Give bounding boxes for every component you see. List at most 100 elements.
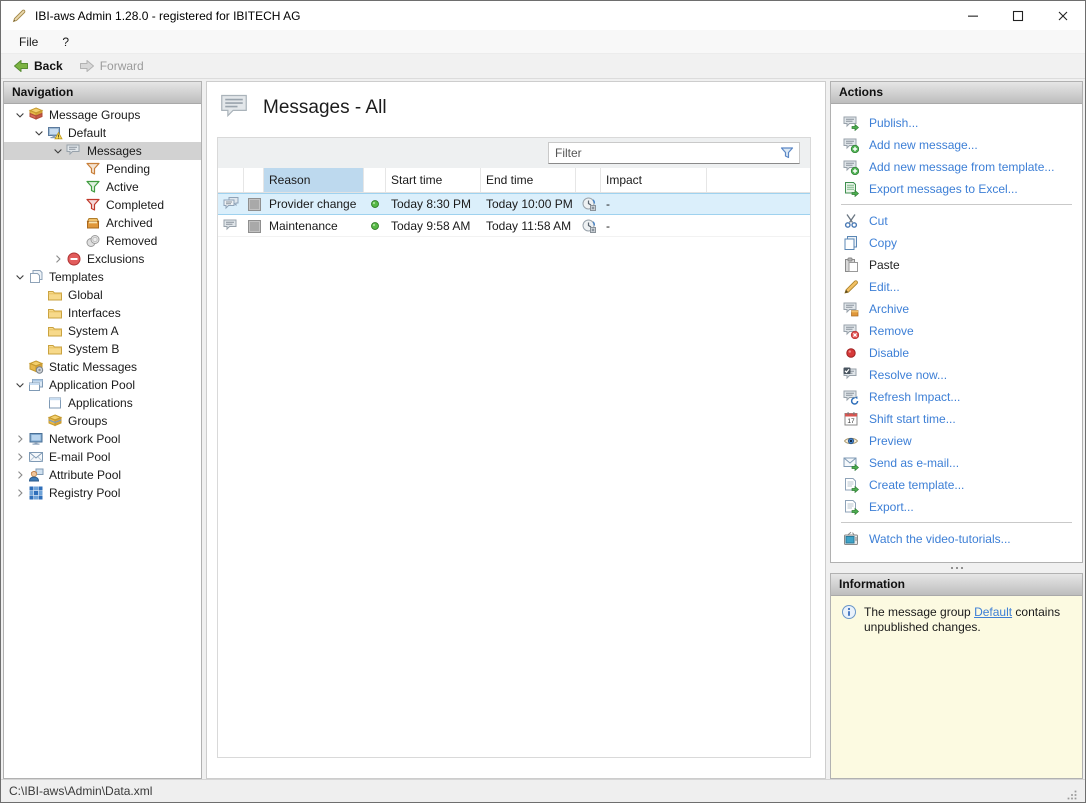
chevron-right-icon[interactable] <box>12 487 28 499</box>
nav-item-registry-pool[interactable]: Registry Pool <box>4 484 201 502</box>
table-header: Reason Start timeEnd time Impact <box>218 168 810 193</box>
menu-bar: File ? <box>1 30 1085 54</box>
action-watch-the-video-tutorials[interactable]: Watch the video-tutorials... <box>831 528 1082 550</box>
nav-item-static-messages[interactable]: Static Messages <box>4 358 201 376</box>
edit-icon <box>843 279 860 295</box>
page-arrow-icon <box>843 477 860 493</box>
action-add-new-message[interactable]: Add new message... <box>831 134 1082 156</box>
column-header-start-time[interactable]: Start time <box>386 168 481 192</box>
window-controls <box>950 1 1085 30</box>
nav-item-archived[interactable]: Archived <box>4 214 201 232</box>
action-add-new-message-from-template[interactable]: Add new message from template... <box>831 156 1082 178</box>
default-group-link[interactable]: Default <box>974 605 1012 619</box>
reason-cell: Provider change <box>264 194 364 214</box>
chevron-down-icon[interactable] <box>12 379 28 391</box>
nav-item-label: Interfaces <box>65 306 121 320</box>
nav-item-exclusions[interactable]: Exclusions <box>4 250 201 268</box>
forward-button[interactable]: Forward <box>73 56 150 76</box>
nav-item-network-pool[interactable]: Network Pool <box>4 430 201 448</box>
chevron-right-icon[interactable] <box>50 253 66 265</box>
action-shift-start-time[interactable]: 17Shift start time... <box>831 408 1082 430</box>
gear-box-icon <box>28 359 46 375</box>
nav-item-completed[interactable]: Completed <box>4 196 201 214</box>
chevron-down-icon[interactable] <box>31 127 47 139</box>
add-message-icon <box>843 137 860 153</box>
message-row-provider-change[interactable]: Provider changeToday 8:30 PMToday 10:00 … <box>218 193 810 215</box>
actions-separator <box>841 204 1072 205</box>
nav-item-messages[interactable]: Messages <box>4 142 201 160</box>
copy-icon <box>843 235 860 251</box>
action-remove[interactable]: Remove <box>831 320 1082 342</box>
chevron-right-icon[interactable] <box>12 451 28 463</box>
action-publish[interactable]: Publish... <box>831 112 1082 134</box>
message-row-maintenance[interactable]: MaintenanceToday 9:58 AMToday 11:58 AM- <box>218 215 810 237</box>
action-archive[interactable]: Archive <box>831 298 1082 320</box>
action-refresh-impact[interactable]: Refresh Impact... <box>831 386 1082 408</box>
title-bar: IBI-aws Admin 1.28.0 - registered for IB… <box>1 1 1085 30</box>
remove-act-icon <box>843 323 860 339</box>
column-header-impact[interactable]: Impact <box>601 168 707 192</box>
nav-item-application-pool[interactable]: Application Pool <box>4 376 201 394</box>
video-icon <box>843 531 860 547</box>
filter-input[interactable] <box>549 143 799 163</box>
nav-item-pending[interactable]: Pending <box>4 160 201 178</box>
chevron-down-icon[interactable] <box>12 109 28 121</box>
resize-grip-icon[interactable] <box>1065 788 1079 802</box>
nav-item-label: Global <box>65 288 103 302</box>
chevron-right-icon[interactable] <box>12 469 28 481</box>
action-resolve-now[interactable]: Resolve now... <box>831 364 1082 386</box>
nav-item-attribute-pool[interactable]: Attribute Pool <box>4 466 201 484</box>
row-checkbox-icon[interactable] <box>244 216 264 236</box>
nav-item-system-a[interactable]: System A <box>4 322 201 340</box>
action-preview[interactable]: Preview <box>831 430 1082 452</box>
nav-item-e-mail-pool[interactable]: E-mail Pool <box>4 448 201 466</box>
column-header-end-time[interactable]: End time <box>481 168 576 192</box>
nav-item-active[interactable]: Active <box>4 178 201 196</box>
nav-item-removed[interactable]: Removed <box>4 232 201 250</box>
action-label: Create template... <box>869 478 964 492</box>
column-header-spacer <box>244 168 264 192</box>
nav-item-label: Applications <box>65 396 133 410</box>
minimize-button[interactable] <box>950 1 995 30</box>
navigation-header: Navigation <box>4 82 201 104</box>
nav-item-groups[interactable]: Groups <box>4 412 201 430</box>
action-disable[interactable]: Disable <box>831 342 1082 364</box>
close-button[interactable] <box>1040 1 1085 30</box>
menu-help[interactable]: ? <box>50 32 81 52</box>
action-copy[interactable]: Copy <box>831 232 1082 254</box>
nav-item-templates[interactable]: Templates <box>4 268 201 286</box>
nav-item-default[interactable]: Default <box>4 124 201 142</box>
chevron-right-icon[interactable] <box>12 433 28 445</box>
action-paste[interactable]: Paste <box>831 254 1082 276</box>
nav-item-system-b[interactable]: System B <box>4 340 201 358</box>
action-label: Copy <box>869 236 897 250</box>
row-checkbox-icon[interactable] <box>244 194 264 214</box>
reason-cell: Maintenance <box>264 216 364 236</box>
nav-item-interfaces[interactable]: Interfaces <box>4 304 201 322</box>
action-export-messages-to-excel[interactable]: Export messages to Excel... <box>831 178 1082 200</box>
column-header-reason[interactable]: Reason <box>264 168 364 192</box>
action-label: Edit... <box>869 280 900 294</box>
window-title: IBI-aws Admin 1.28.0 - registered for IB… <box>35 9 950 23</box>
filter-funnel-icon[interactable] <box>779 145 795 164</box>
info-text-before: The message group <box>864 605 974 619</box>
chevron-down-icon[interactable] <box>50 145 66 157</box>
bubble-icon <box>66 143 84 159</box>
action-send-as-e-mail[interactable]: Send as e-mail... <box>831 452 1082 474</box>
action-edit[interactable]: Edit... <box>831 276 1082 298</box>
navigation-panel: Navigation Message Groups DefaultMessages… <box>3 81 202 779</box>
maximize-button[interactable] <box>995 1 1040 30</box>
nav-item-global[interactable]: Global <box>4 286 201 304</box>
nav-item-label: Archived <box>103 216 153 230</box>
nav-item-label: Message Groups <box>46 108 140 122</box>
action-cut[interactable]: Cut <box>831 210 1082 232</box>
nav-item-label: Pending <box>103 162 150 176</box>
panel-splitter[interactable] <box>830 563 1083 573</box>
nav-item-message-groups[interactable]: Message Groups <box>4 106 201 124</box>
chevron-down-icon[interactable] <box>12 271 28 283</box>
menu-file[interactable]: File <box>7 32 50 52</box>
action-create-template[interactable]: Create template... <box>831 474 1082 496</box>
back-button[interactable]: Back <box>7 56 69 76</box>
nav-item-applications[interactable]: Applications <box>4 394 201 412</box>
action-export[interactable]: Export... <box>831 496 1082 518</box>
